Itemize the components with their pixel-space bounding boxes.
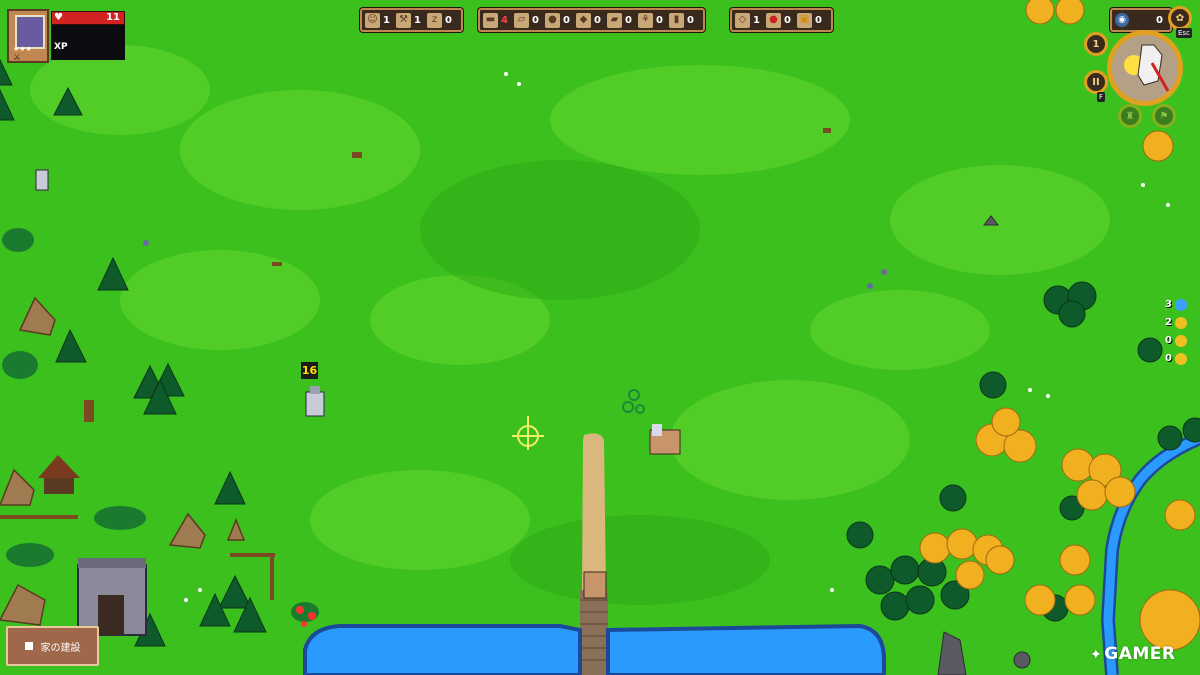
beer-count: 0: [815, 14, 822, 26]
minimap[interactable]: [1107, 30, 1183, 106]
copper-ore-icon: ◆: [576, 12, 591, 28]
settings-gear-button[interactable]: ✿: [1168, 6, 1192, 30]
workers-panel: ☺ 1 ⚒ 1 z 0: [360, 8, 463, 32]
heart-icon: ♥: [54, 12, 63, 23]
builders-count: 1: [414, 14, 421, 26]
pause-icon: II: [1092, 76, 1100, 88]
apple-icon: ●: [766, 12, 781, 28]
lake: [303, 624, 582, 675]
sleeping-count: 0: [445, 14, 452, 26]
gold-resource: ▰ 0: [607, 12, 635, 28]
stat-row-ankh: 0: [1158, 332, 1200, 349]
barrel-count: 0: [687, 14, 694, 26]
sleep-icon: z: [427, 12, 442, 28]
hammer-icon: ⚒: [396, 12, 411, 28]
builders-resource: ⚒ 1: [396, 12, 424, 28]
smiley-count: 0: [1165, 353, 1172, 364]
fish-count: 1: [753, 14, 760, 26]
sun-count: 2: [1165, 317, 1172, 328]
wheat-resource: ⚘ 0: [638, 12, 666, 28]
player-portrait[interactable]: ★★★ ⚔: [7, 9, 49, 63]
stat-row-smiley: 0: [1158, 350, 1200, 367]
day-label: 1: [1092, 38, 1100, 50]
coins-count: 0: [1156, 14, 1163, 26]
gear-icon: ✿: [1175, 12, 1185, 24]
build-house-label: 家の建設: [40, 642, 81, 654]
people-resource: ☺ 1: [365, 12, 393, 28]
logs-count: 4: [501, 14, 508, 26]
planks-resource: ▱ 0: [514, 12, 542, 28]
barrel-icon: ▮: [669, 12, 684, 28]
game-world[interactable]: [0, 0, 1200, 675]
people-count: 1: [383, 14, 390, 26]
food-panel: ◇ 1 ● 0 ▣ 0: [730, 8, 833, 32]
unit-group-button-1[interactable]: ♜: [1118, 104, 1142, 128]
materials-panel: ▬ 4 ▱ 0 ● 0 ◆ 0 ▰ 0 ⚘ 0 ▮ 0: [478, 8, 705, 32]
side-stats: 3 2 0 0: [1158, 296, 1200, 368]
copper-count: 0: [594, 14, 601, 26]
checkbox-icon: [24, 642, 33, 650]
hp-value: 11: [106, 12, 120, 23]
sleeping-resource: z 0: [427, 12, 455, 28]
gold-count: 0: [625, 14, 632, 26]
stat-row-sun: 2: [1158, 314, 1200, 331]
sword-icon: ⚔: [13, 53, 22, 63]
avatar: [15, 15, 45, 49]
xp-bar-top: [51, 25, 125, 38]
coin-icon: ◉: [1115, 13, 1129, 27]
ankh-count: 0: [1165, 335, 1172, 346]
water-drop-icon: [1175, 298, 1187, 311]
watermark-text: GAMER: [1104, 644, 1176, 664]
copper-resource: ◆ 0: [576, 12, 604, 28]
villager-unit: [35, 169, 49, 191]
dirt-path: [582, 433, 606, 590]
fish-icon: ◇: [735, 12, 750, 28]
flag-icon: ⚑: [1159, 110, 1169, 122]
sun-icon: [1175, 316, 1187, 329]
stone-resource: ● 0: [545, 12, 573, 28]
stone-icon: ●: [545, 12, 560, 28]
bridge-guard-unit: [583, 571, 607, 599]
beer-resource: ▣ 0: [797, 12, 825, 28]
rank-stars-icon: ★★★: [13, 45, 32, 53]
unit-group-button-2[interactable]: ⚑: [1152, 104, 1176, 128]
stone-building: [77, 558, 147, 636]
stone-count: 0: [563, 14, 570, 26]
ankh-icon: [1175, 334, 1187, 347]
smiley-icon: [1175, 352, 1187, 365]
hp-bar: ♥ 11: [51, 11, 125, 25]
wheat-icon: ⚘: [638, 12, 653, 28]
gold-bar-icon: ▰: [607, 12, 622, 28]
log-icon: ▬: [483, 12, 498, 28]
xp-bar: XP: [51, 38, 125, 60]
planks-count: 0: [532, 14, 539, 26]
player-panel: ★★★ ⚔ ♥ 11 XP: [7, 9, 125, 63]
fish-resource: ◇ 1: [735, 12, 763, 28]
person-icon: ☺: [365, 12, 380, 28]
beer-mug-icon: ▣: [797, 12, 812, 28]
gamer-logo-icon: ✦: [1090, 647, 1103, 663]
pause-button[interactable]: II: [1084, 70, 1108, 94]
esc-hotkey: Esc: [1176, 28, 1192, 38]
apple-resource: ● 0: [766, 12, 794, 28]
coins-panel: ◉ 0: [1110, 8, 1172, 32]
minimap-view: [1124, 44, 1170, 92]
plank-icon: ▱: [514, 12, 529, 28]
day-calendar-button[interactable]: 1: [1084, 32, 1108, 56]
water-count: 3: [1165, 299, 1172, 310]
logs-resource: ▬ 4: [483, 12, 511, 28]
stat-row-water: 3: [1158, 296, 1200, 313]
gamer-watermark: ✦ GAMER: [1090, 644, 1175, 664]
build-house-button[interactable]: 家の建設: [6, 626, 99, 666]
barrel-resource: ▮ 0: [669, 12, 697, 28]
wheat-count: 0: [656, 14, 663, 26]
damage-popup: 16: [301, 362, 318, 379]
apple-count: 0: [784, 14, 791, 26]
xp-label: XP: [54, 42, 68, 52]
pause-hotkey: F: [1097, 92, 1106, 102]
unit-icon: ♜: [1125, 110, 1135, 122]
